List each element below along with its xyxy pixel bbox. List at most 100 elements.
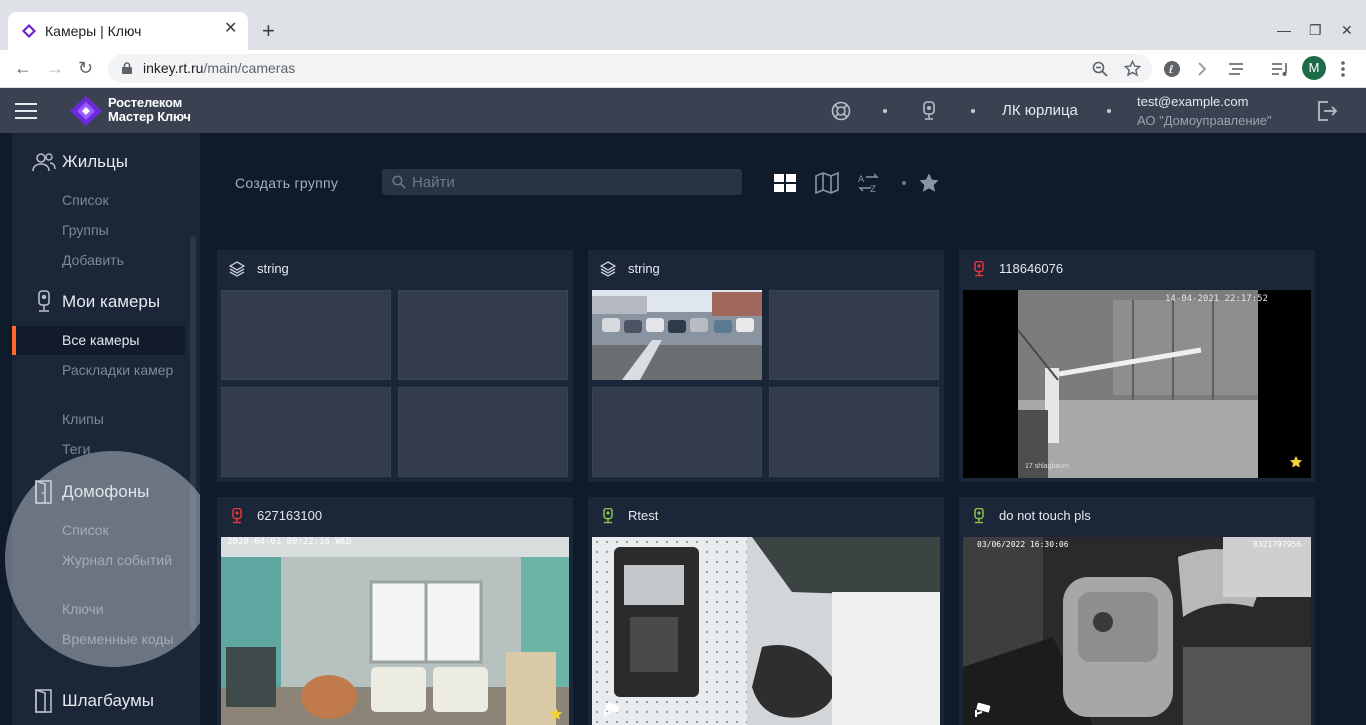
new-tab-button[interactable]: +: [262, 20, 275, 42]
window-minimize-button[interactable]: —: [1277, 22, 1291, 38]
url-path: /main/cameras: [203, 60, 296, 76]
forward-button[interactable]: →: [46, 58, 64, 78]
feed-timestamp: 14-04-2021 22:17:52: [1165, 294, 1268, 304]
user-email[interactable]: test@example.com: [1137, 94, 1248, 109]
url-text: inkey.rt.ru/main/cameras: [143, 60, 295, 76]
search-icon: [392, 175, 406, 189]
profile-avatar[interactable]: M: [1302, 56, 1326, 80]
camera-group-tile[interactable]: string: [588, 250, 944, 482]
window-close-button[interactable]: ✕: [1341, 22, 1353, 38]
rostelecom-logo-icon[interactable]: [70, 96, 102, 126]
header-separator: [971, 109, 975, 113]
svg-text:Z: Z: [870, 185, 876, 194]
map-view-icon[interactable]: [815, 172, 839, 194]
brand-line-2: Мастер Ключ: [108, 109, 191, 124]
chevron-right-icon[interactable]: [1196, 61, 1208, 77]
window-restore-button[interactable]: ❐: [1309, 22, 1322, 38]
camera-online-icon: [603, 508, 613, 524]
layers-icon: [229, 261, 245, 277]
sidebar-item-clips[interactable]: Клипы: [62, 410, 182, 429]
browser-menu-icon[interactable]: [1340, 60, 1346, 78]
camera-offline-icon: [232, 508, 242, 524]
tile-header: 627163100: [217, 497, 573, 535]
empty-slot: [398, 290, 568, 380]
browser-tab[interactable]: Камеры | Ключ ✕: [8, 12, 248, 50]
favorites-star-icon[interactable]: [917, 172, 941, 194]
favorite-star-icon[interactable]: [549, 707, 563, 721]
camera-online-icon: [974, 508, 984, 524]
tile-header: string: [588, 250, 944, 288]
address-bar[interactable]: inkey.rt.ru/main/cameras: [108, 54, 1152, 83]
reading-list-icon[interactable]: [1228, 61, 1244, 77]
lock-icon: [122, 62, 132, 74]
url-host: inkey.rt.ru: [143, 60, 204, 76]
camera-offline-icon: [974, 261, 984, 277]
camera-tile[interactable]: 118646076 14-04-2021 22:17:52 17 shlagba…: [959, 250, 1315, 482]
tile-header: Rtest: [588, 497, 944, 535]
back-button[interactable]: ←: [14, 58, 32, 78]
camera-feed[interactable]: 03/06/2022 16:30:06 8321797956: [963, 537, 1311, 725]
empty-slot: [769, 387, 939, 477]
tile-title: do not touch pls: [999, 508, 1091, 523]
tile-title: string: [628, 261, 660, 276]
barrier-feed-image: [963, 290, 1311, 478]
empty-slot: [221, 290, 391, 380]
sidebar-item-all-cameras[interactable]: Все камеры: [12, 326, 185, 355]
camera-feed[interactable]: 2020-04-01 09:22:16 WED: [221, 537, 569, 725]
camera-tile[interactable]: do not touch pls 03/06/2022 16:30:06 832…: [959, 497, 1315, 725]
favorite-star-icon[interactable]: [1289, 455, 1303, 469]
support-lifebuoy-icon[interactable]: [830, 100, 852, 122]
camera-tile[interactable]: 627163100 2020-04-01 09:22:16 WED: [217, 497, 573, 725]
camera-feed[interactable]: 14-04-2021 22:17:52 17 shlagbaum: [963, 290, 1311, 478]
media-control-icon[interactable]: [1271, 61, 1289, 77]
reload-button[interactable]: ↻: [78, 58, 93, 78]
feed-timestamp: 03/06/2022 16:30:06: [977, 540, 1069, 549]
camera-icon: [38, 290, 50, 312]
extension-icon[interactable]: ℓ: [1163, 60, 1181, 78]
robot-camera-feed-image: [963, 537, 1311, 725]
camera-icon[interactable]: [918, 100, 940, 122]
tile-header: 118646076: [959, 250, 1315, 288]
intercom-wall-feed-image: [592, 537, 940, 725]
tab-close-icon[interactable]: ✕: [224, 20, 237, 38]
feed-caption: 17 shlagbaum: [1025, 463, 1069, 470]
sort-az-icon[interactable]: A Z: [857, 172, 881, 194]
grid-view-icon[interactable]: [773, 172, 797, 194]
sidebar-item-residents-groups[interactable]: Группы: [62, 221, 182, 240]
user-organization: АО "Домоуправление": [1137, 113, 1272, 128]
create-group-button[interactable]: Создать группу: [235, 175, 338, 191]
browser-tabstrip: Камеры | Ключ ✕ + — ❐ ✕: [0, 0, 1366, 50]
camera-tile[interactable]: Rtest: [588, 497, 944, 725]
layers-icon: [600, 261, 616, 277]
tab-title: Камеры | Ключ: [45, 23, 142, 39]
feed-device-code: 8321797956: [1253, 540, 1302, 549]
empty-slot: [769, 290, 939, 380]
bookmark-star-icon[interactable]: [1124, 60, 1141, 77]
hamburger-menu-icon[interactable]: [15, 103, 37, 119]
header-separator: [1107, 109, 1111, 113]
tile-title: 118646076: [999, 261, 1064, 276]
search-box[interactable]: [382, 169, 742, 195]
sidebar-item-residents-add[interactable]: Добавить: [62, 251, 182, 270]
app-header: Ростелеком Мастер Ключ ЛК юрлица test@ex…: [0, 88, 1366, 133]
sidebar-item-camera-layouts[interactable]: Раскладки камер: [62, 361, 182, 380]
toolbar-separator: [902, 181, 906, 185]
cctv-camera-icon: [604, 702, 620, 717]
parking-lot-feed[interactable]: [592, 290, 762, 380]
sidebar-item-residents-list[interactable]: Список: [62, 191, 182, 210]
zoom-out-icon[interactable]: [1092, 61, 1108, 77]
office-room-feed-image: [221, 537, 569, 725]
tile-header: string: [217, 250, 573, 288]
feed-timestamp: 2020-04-01 09:22:16 WED: [227, 537, 352, 547]
empty-slot: [221, 387, 391, 477]
search-input[interactable]: [412, 172, 732, 192]
logout-icon[interactable]: [1314, 99, 1338, 123]
people-icon: [32, 153, 56, 172]
header-separator: [883, 109, 887, 113]
browser-toolbar: ← → ↻ inkey.rt.ru/main/cameras ℓ M: [0, 50, 1366, 88]
account-type-link[interactable]: ЛК юрлица: [1002, 102, 1078, 119]
camera-feed[interactable]: [592, 537, 940, 725]
tile-title: 627163100: [257, 508, 323, 523]
camera-group-tile[interactable]: string: [217, 250, 573, 482]
sidebar-section-label: Мои камеры: [62, 292, 161, 311]
